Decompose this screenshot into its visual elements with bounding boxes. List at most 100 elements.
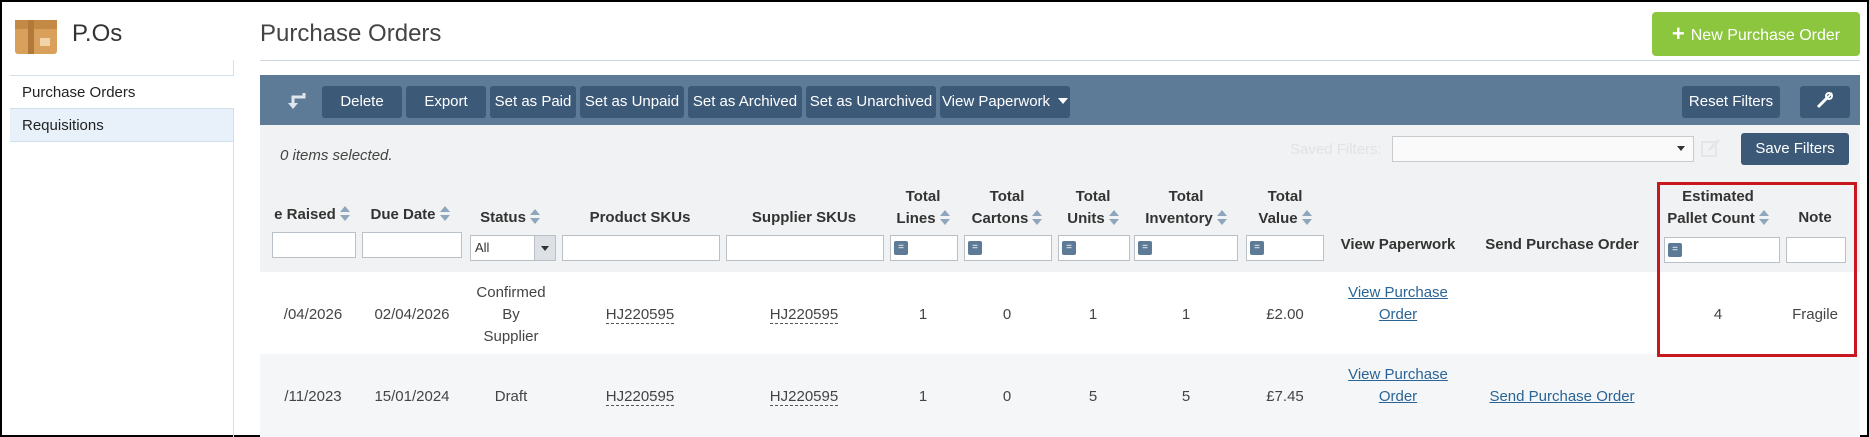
equals-icon: = <box>1668 243 1682 257</box>
product-skus-filter-input[interactable] <box>562 235 720 261</box>
status-cell: Draft <box>494 388 528 405</box>
export-button[interactable]: Export <box>406 86 486 118</box>
note-cell: Fragile <box>1792 306 1838 323</box>
note-filter-input[interactable] <box>1786 237 1846 263</box>
save-filters-button[interactable]: Save Filters <box>1741 133 1849 165</box>
column-header-product-skus: Product SKUs <box>589 209 691 226</box>
total-inventory-cell: 1 <box>1181 306 1191 323</box>
saved-filters-label: Saved Filters: <box>1290 141 1382 158</box>
product-sku-link[interactable]: HJ220595 <box>605 388 675 406</box>
column-header-total-lines[interactable]: Total Lines <box>886 186 960 230</box>
new-purchase-order-button[interactable]: + New Purchase Order <box>1652 12 1860 56</box>
column-header-note: Note <box>1798 209 1832 226</box>
column-header-date-raised[interactable]: e Raised <box>268 204 356 226</box>
column-header-total-value[interactable]: Total Value <box>1242 186 1328 230</box>
column-header-due-date[interactable]: Due Date <box>360 204 460 226</box>
send-purchase-order-link[interactable]: Send Purchase Order <box>1472 386 1652 408</box>
total-cartons-cell: 0 <box>1002 306 1012 323</box>
delete-button[interactable]: Delete <box>322 86 402 118</box>
edit-icon[interactable] <box>1700 137 1722 159</box>
app-title: P.Os <box>72 20 123 47</box>
table-row[interactable]: /04/2026 02/04/2026 Confirmed By Supplie… <box>260 272 1860 354</box>
reset-filters-button[interactable]: Reset Filters <box>1682 86 1780 118</box>
equals-icon: = <box>894 241 908 255</box>
pallet-count-filter-input[interactable]: = <box>1664 237 1780 263</box>
box-logo-icon <box>15 20 57 54</box>
sidebar-divider <box>233 60 234 76</box>
product-sku-link[interactable]: HJ220595 <box>605 306 675 324</box>
column-header-total-inventory[interactable]: Total Inventory <box>1132 186 1240 230</box>
total-units-filter-input[interactable]: = <box>1058 235 1130 261</box>
total-inventory-filter-input[interactable]: = <box>1134 235 1238 261</box>
selection-count: 0 items selected. <box>280 147 393 164</box>
new-purchase-order-label: New Purchase Order <box>1690 27 1841 44</box>
equals-icon: = <box>968 241 982 255</box>
tools-icon <box>1816 92 1833 109</box>
column-header-status[interactable]: Status <box>466 207 554 229</box>
sidebar-border <box>233 108 234 437</box>
total-lines-filter-input[interactable]: = <box>890 235 958 261</box>
column-header-total-cartons[interactable]: Total Cartons <box>960 186 1054 230</box>
total-cartons-cell: 0 <box>1002 388 1012 405</box>
total-lines-cell: 1 <box>918 388 928 405</box>
total-units-cell: 1 <box>1088 306 1098 323</box>
view-paperwork-dropdown[interactable]: View Paperwork <box>940 86 1070 118</box>
date-raised-cell: /11/2023 <box>284 388 342 405</box>
supplier-sku-link[interactable]: HJ220595 <box>769 306 839 324</box>
total-cartons-filter-input[interactable]: = <box>964 235 1052 261</box>
set-as-paid-button[interactable]: Set as Paid <box>490 86 576 118</box>
caret-down-icon <box>1058 98 1069 104</box>
sort-icon <box>1301 210 1312 226</box>
product-sku-cell: HJ220595 <box>560 304 720 326</box>
sort-icon <box>1216 210 1227 226</box>
supplier-sku-cell: HJ220595 <box>724 386 884 408</box>
total-lines-cell: 1 <box>918 306 928 323</box>
supplier-skus-filter-input[interactable] <box>726 235 884 261</box>
view-purchase-order-link[interactable]: View Purchase Order <box>1328 282 1468 326</box>
date-raised-filter-input[interactable] <box>272 232 356 258</box>
pallet-count-cell: 4 <box>1713 306 1723 323</box>
equals-icon: = <box>1250 241 1264 255</box>
set-as-unarchived-button[interactable]: Set as Unarchived <box>806 86 936 118</box>
sort-icon <box>1758 210 1769 226</box>
total-value-filter-input[interactable]: = <box>1246 235 1324 261</box>
total-inventory-cell: 5 <box>1181 388 1191 405</box>
view-paperwork-label: View Paperwork <box>941 93 1051 110</box>
equals-icon: = <box>1138 241 1152 255</box>
set-as-unpaid-button[interactable]: Set as Unpaid <box>580 86 684 118</box>
product-sku-cell: HJ220595 <box>560 386 720 408</box>
view-purchase-order-link[interactable]: View Purchase Order <box>1328 364 1468 408</box>
supplier-sku-link[interactable]: HJ220595 <box>769 388 839 406</box>
status-cell: Confirmed By Supplier <box>476 284 546 345</box>
due-date-cell: 15/01/2024 <box>374 388 450 405</box>
sort-icon <box>529 209 540 225</box>
equals-icon: = <box>1062 241 1076 255</box>
column-header-supplier-skus: Supplier SKUs <box>751 209 857 226</box>
column-header-pallet-count[interactable]: Estimated Pallet Count <box>1660 186 1776 230</box>
due-date-filter-input[interactable] <box>362 232 462 258</box>
sort-icon <box>339 206 350 222</box>
caret-down-icon <box>1677 146 1685 151</box>
sort-icon <box>939 210 950 226</box>
return-arrow-icon[interactable] <box>284 89 308 113</box>
total-units-cell: 5 <box>1088 388 1098 405</box>
sidebar-item-purchase-orders[interactable]: Purchase Orders <box>10 76 234 110</box>
page-title: Purchase Orders <box>260 20 442 47</box>
total-value-cell: £7.45 <box>1266 388 1304 405</box>
sort-icon <box>1032 210 1043 226</box>
column-header-send-purchase-order: Send Purchase Order <box>1485 236 1639 253</box>
sort-icon <box>1108 210 1119 226</box>
supplier-sku-cell: HJ220595 <box>724 304 884 326</box>
set-as-archived-button[interactable]: Set as Archived <box>688 86 802 118</box>
sort-icon <box>439 206 450 222</box>
caret-down-icon <box>534 236 555 260</box>
plus-icon: + <box>1671 21 1685 46</box>
action-toolbar: Delete Export Set as Paid Set as Unpaid … <box>260 75 1860 125</box>
column-header-total-units[interactable]: Total Units <box>1054 186 1132 230</box>
saved-filters-select[interactable] <box>1392 136 1694 162</box>
table-row[interactable]: /11/2023 15/01/2024 Draft HJ220595 HJ220… <box>260 354 1860 437</box>
date-raised-cell: /04/2026 <box>283 306 343 323</box>
sidebar-item-requisitions[interactable]: Requisitions <box>10 108 234 142</box>
table-settings-button[interactable] <box>1800 86 1850 118</box>
status-filter-select[interactable]: All <box>470 235 556 261</box>
